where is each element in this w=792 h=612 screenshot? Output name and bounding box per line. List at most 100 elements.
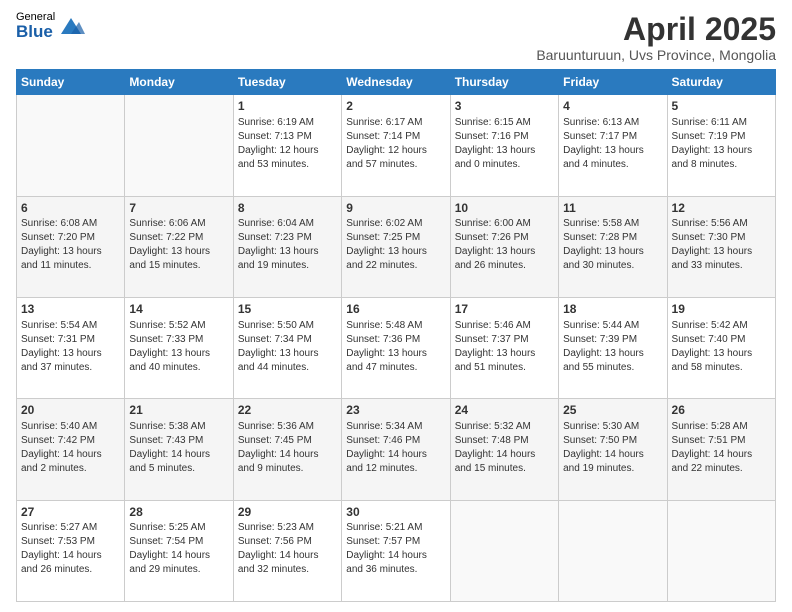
daylight-text: Daylight: 14 hours and 29 minutes. xyxy=(129,550,210,575)
day-number: 22 xyxy=(238,402,337,419)
daylight-text: Daylight: 13 hours and 22 minutes. xyxy=(346,246,427,271)
sunrise-text: Sunrise: 5:38 AM xyxy=(129,421,205,432)
sunrise-text: Sunrise: 6:00 AM xyxy=(455,218,531,229)
sunrise-text: Sunrise: 5:56 AM xyxy=(672,218,748,229)
daylight-text: Daylight: 12 hours and 53 minutes. xyxy=(238,145,319,170)
daylight-text: Daylight: 14 hours and 22 minutes. xyxy=(672,449,753,474)
sunrise-text: Sunrise: 6:19 AM xyxy=(238,117,314,128)
daylight-text: Daylight: 14 hours and 36 minutes. xyxy=(346,550,427,575)
day-number: 27 xyxy=(21,504,120,521)
sunrise-text: Sunrise: 5:58 AM xyxy=(563,218,639,229)
sunset-text: Sunset: 7:25 PM xyxy=(346,232,420,243)
sunset-text: Sunset: 7:26 PM xyxy=(455,232,529,243)
sunset-text: Sunset: 7:16 PM xyxy=(455,131,529,142)
day-number: 5 xyxy=(672,98,771,115)
table-cell: 28Sunrise: 5:25 AMSunset: 7:54 PMDayligh… xyxy=(125,500,233,601)
table-cell xyxy=(559,500,667,601)
table-cell: 3Sunrise: 6:15 AMSunset: 7:16 PMDaylight… xyxy=(450,95,558,196)
day-number: 17 xyxy=(455,301,554,318)
header-sunday: Sunday xyxy=(17,70,125,95)
header-saturday: Saturday xyxy=(667,70,775,95)
sunset-text: Sunset: 7:28 PM xyxy=(563,232,637,243)
sunrise-text: Sunrise: 5:27 AM xyxy=(21,522,97,533)
sunset-text: Sunset: 7:54 PM xyxy=(129,536,203,547)
logo-blue: Blue xyxy=(16,23,55,40)
day-number: 3 xyxy=(455,98,554,115)
daylight-text: Daylight: 13 hours and 58 minutes. xyxy=(672,348,753,373)
sunrise-text: Sunrise: 5:30 AM xyxy=(563,421,639,432)
day-number: 10 xyxy=(455,200,554,217)
month-title: April 2025 xyxy=(536,12,776,47)
sunset-text: Sunset: 7:48 PM xyxy=(455,435,529,446)
sunset-text: Sunset: 7:13 PM xyxy=(238,131,312,142)
daylight-text: Daylight: 14 hours and 32 minutes. xyxy=(238,550,319,575)
daylight-text: Daylight: 13 hours and 33 minutes. xyxy=(672,246,753,271)
table-cell: 7Sunrise: 6:06 AMSunset: 7:22 PMDaylight… xyxy=(125,196,233,297)
logo-icon xyxy=(57,12,85,40)
calendar-table: Sunday Monday Tuesday Wednesday Thursday… xyxy=(16,69,776,602)
sunset-text: Sunset: 7:57 PM xyxy=(346,536,420,547)
calendar-row: 1 Sunrise: 6:19 AM Sunset: 7:13 PM Daylight… xyxy=(17,95,776,196)
day-number: 30 xyxy=(346,504,445,521)
sunrise-text: Sunrise: 5:25 AM xyxy=(129,522,205,533)
table-cell: 24Sunrise: 5:32 AMSunset: 7:48 PMDayligh… xyxy=(450,399,558,500)
table-cell: 4Sunrise: 6:13 AMSunset: 7:17 PMDaylight… xyxy=(559,95,667,196)
sunset-text: Sunset: 7:30 PM xyxy=(672,232,746,243)
sunrise-text: Sunrise: 5:44 AM xyxy=(563,320,639,331)
sunset-text: Sunset: 7:33 PM xyxy=(129,334,203,345)
table-cell: 1 Sunrise: 6:19 AM Sunset: 7:13 PM Daylight… xyxy=(233,95,341,196)
header: General Blue April 2025 Baruunturuun, Uv… xyxy=(16,12,776,63)
daylight-text: Daylight: 13 hours and 8 minutes. xyxy=(672,145,753,170)
table-cell: 14Sunrise: 5:52 AMSunset: 7:33 PMDayligh… xyxy=(125,297,233,398)
table-cell: 13Sunrise: 5:54 AMSunset: 7:31 PMDayligh… xyxy=(17,297,125,398)
table-cell: 17Sunrise: 5:46 AMSunset: 7:37 PMDayligh… xyxy=(450,297,558,398)
day-number: 18 xyxy=(563,301,662,318)
daylight-text: Daylight: 13 hours and 19 minutes. xyxy=(238,246,319,271)
sunrise-text: Sunrise: 6:11 AM xyxy=(672,117,747,128)
sunrise-text: Sunrise: 5:28 AM xyxy=(672,421,748,432)
table-cell: 27Sunrise: 5:27 AMSunset: 7:53 PMDayligh… xyxy=(17,500,125,601)
table-cell: 18Sunrise: 5:44 AMSunset: 7:39 PMDayligh… xyxy=(559,297,667,398)
daylight-text: Daylight: 14 hours and 12 minutes. xyxy=(346,449,427,474)
sunrise-text: Sunrise: 5:32 AM xyxy=(455,421,531,432)
table-cell: 21Sunrise: 5:38 AMSunset: 7:43 PMDayligh… xyxy=(125,399,233,500)
sunset-text: Sunset: 7:31 PM xyxy=(21,334,95,345)
header-wednesday: Wednesday xyxy=(342,70,450,95)
table-cell: 5 Sunrise: 6:11 AM Sunset: 7:19 PM Daylight… xyxy=(667,95,775,196)
header-tuesday: Tuesday xyxy=(233,70,341,95)
sunset-text: Sunset: 7:14 PM xyxy=(346,131,420,142)
day-number: 11 xyxy=(563,200,662,217)
sunset-text: Sunset: 7:23 PM xyxy=(238,232,312,243)
daylight-text: Daylight: 13 hours and 37 minutes. xyxy=(21,348,102,373)
sunrise-text: Sunrise: 5:23 AM xyxy=(238,522,314,533)
sunrise-text: Sunrise: 5:42 AM xyxy=(672,320,748,331)
sunrise-text: Sunrise: 5:40 AM xyxy=(21,421,97,432)
calendar-row: 20Sunrise: 5:40 AMSunset: 7:42 PMDayligh… xyxy=(17,399,776,500)
day-number: 29 xyxy=(238,504,337,521)
header-friday: Friday xyxy=(559,70,667,95)
day-number: 8 xyxy=(238,200,337,217)
table-cell xyxy=(125,95,233,196)
table-cell: 6Sunrise: 6:08 AMSunset: 7:20 PMDaylight… xyxy=(17,196,125,297)
table-cell: 20Sunrise: 5:40 AMSunset: 7:42 PMDayligh… xyxy=(17,399,125,500)
daylight-text: Daylight: 13 hours and 0 minutes. xyxy=(455,145,536,170)
day-number: 14 xyxy=(129,301,228,318)
sunset-text: Sunset: 7:19 PM xyxy=(672,131,746,142)
sunrise-text: Sunrise: 6:04 AM xyxy=(238,218,314,229)
sunset-text: Sunset: 7:53 PM xyxy=(21,536,95,547)
sunrise-text: Sunrise: 6:02 AM xyxy=(346,218,422,229)
daylight-text: Daylight: 13 hours and 51 minutes. xyxy=(455,348,536,373)
table-cell xyxy=(17,95,125,196)
sunrise-text: Sunrise: 5:36 AM xyxy=(238,421,314,432)
day-number: 26 xyxy=(672,402,771,419)
daylight-text: Daylight: 13 hours and 40 minutes. xyxy=(129,348,210,373)
table-cell xyxy=(667,500,775,601)
sunrise-text: Sunrise: 5:54 AM xyxy=(21,320,97,331)
sunset-text: Sunset: 7:45 PM xyxy=(238,435,312,446)
day-number: 21 xyxy=(129,402,228,419)
page: General Blue April 2025 Baruunturuun, Uv… xyxy=(0,0,792,612)
table-cell xyxy=(450,500,558,601)
daylight-text: Daylight: 14 hours and 5 minutes. xyxy=(129,449,210,474)
day-number: 1 xyxy=(238,98,337,115)
logo: General Blue xyxy=(16,12,85,40)
